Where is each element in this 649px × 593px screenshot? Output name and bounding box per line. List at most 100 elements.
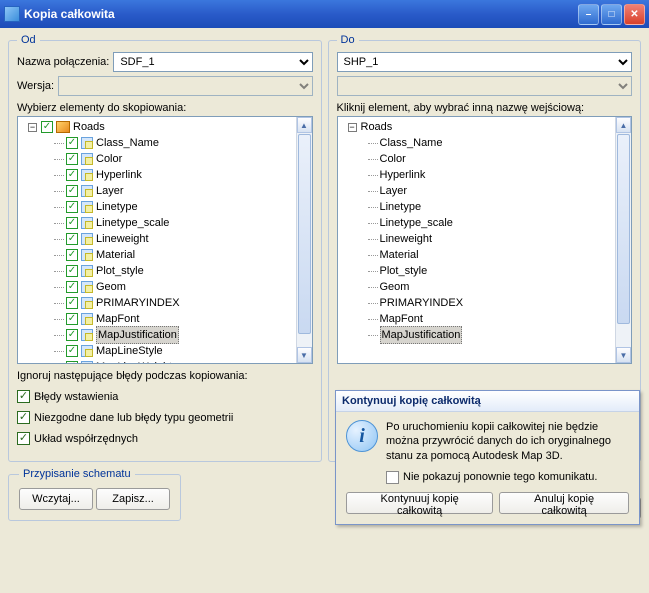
from-conn-label: Nazwa połączenia: — [17, 56, 109, 68]
confirm-dialog-title: Kontynuuj kopię całkowitą — [336, 391, 639, 412]
tree-checkbox[interactable]: ✓ — [66, 185, 78, 197]
tree-item-label[interactable]: Lineweight — [380, 231, 433, 247]
minimize-button[interactable]: – — [578, 4, 599, 25]
property-icon — [81, 249, 93, 261]
tree-checkbox[interactable]: ✓ — [66, 345, 78, 357]
property-icon — [81, 137, 93, 149]
tree-item-label[interactable]: PRIMARYINDEX — [380, 295, 464, 311]
from-conn-select[interactable]: SDF_1 — [113, 52, 312, 72]
property-icon — [81, 361, 93, 364]
tree-item-label[interactable]: Plot_style — [380, 263, 428, 279]
scroll-down-icon[interactable]: ▼ — [616, 347, 631, 363]
save-schema-button[interactable]: Zapisz... — [96, 488, 170, 510]
cancel-copy-button[interactable]: Anuluj kopię całkowitą — [499, 492, 629, 514]
tree-checkbox[interactable]: ✓ — [41, 121, 53, 133]
tree-root-label[interactable]: Roads — [73, 119, 105, 135]
property-icon — [81, 281, 93, 293]
tree-item-label[interactable]: Class_Name — [380, 135, 443, 151]
tree-item-label[interactable]: Geom — [380, 279, 410, 295]
tree-item-label[interactable]: MapJustification — [96, 326, 179, 344]
scroll-thumb[interactable] — [298, 134, 311, 334]
tree-checkbox[interactable]: ✓ — [66, 233, 78, 245]
property-icon — [81, 233, 93, 245]
scroll-down-icon[interactable]: ▼ — [297, 347, 312, 363]
tree-item-label[interactable]: Color — [96, 151, 122, 167]
tree-item-label[interactable]: MapJustification — [380, 326, 463, 344]
ignore-insert-checkbox[interactable]: ✓ — [17, 390, 30, 403]
tree-item-label[interactable]: MapLineStyle — [96, 343, 163, 359]
tree-item-label[interactable]: Color — [380, 151, 406, 167]
info-icon: i — [346, 420, 378, 452]
tree-checkbox[interactable]: ✓ — [66, 361, 78, 364]
tree-checkbox[interactable]: ✓ — [66, 153, 78, 165]
from-version-select — [58, 76, 312, 96]
scroll-up-icon[interactable]: ▲ — [297, 117, 312, 133]
confirm-dialog-message: Po uruchomieniu kopii całkowitej nie będ… — [386, 420, 629, 463]
dont-show-checkbox[interactable] — [386, 471, 399, 484]
tree-checkbox[interactable]: ✓ — [66, 281, 78, 293]
titlebar[interactable]: Kopia całkowita – □ ✕ — [0, 0, 649, 28]
to-tree[interactable]: −RoadsClass_NameColorHyperlinkLayerLinet… — [337, 116, 633, 364]
tree-item-label[interactable]: Hyperlink — [380, 167, 426, 183]
load-schema-button[interactable]: Wczytaj... — [19, 488, 93, 510]
tree-item-label[interactable]: Linetype — [380, 199, 422, 215]
to-conn-select[interactable]: SHP_1 — [337, 52, 633, 72]
tree-checkbox[interactable]: ✓ — [66, 265, 78, 277]
tree-item-label[interactable]: PRIMARYINDEX — [96, 295, 180, 311]
tree-item-label[interactable]: Linetype_scale — [380, 215, 453, 231]
tree-checkbox[interactable]: ✓ — [66, 329, 78, 341]
tree-checkbox[interactable]: ✓ — [66, 137, 78, 149]
from-version-label: Wersja: — [17, 80, 54, 92]
property-icon — [81, 345, 93, 357]
tree-checkbox[interactable]: ✓ — [66, 217, 78, 229]
property-icon — [81, 265, 93, 277]
continue-copy-button[interactable]: Kontynuuj kopię całkowitą — [346, 492, 493, 514]
scrollbar[interactable]: ▲ ▼ — [296, 117, 312, 363]
tree-checkbox[interactable]: ✓ — [66, 313, 78, 325]
tree-item-label[interactable]: Class_Name — [96, 135, 159, 151]
tree-item-label[interactable]: Material — [96, 247, 135, 263]
panel-to-legend: Do — [337, 34, 359, 46]
schema-mapping-group: Przypisanie schematu Wczytaj... Zapisz..… — [8, 468, 181, 521]
to-version-select — [337, 76, 633, 96]
from-tree[interactable]: −✓Roads✓Class_Name✓Color✓Hyperlink✓Layer… — [17, 116, 313, 364]
tree-item-label[interactable]: Plot_style — [96, 263, 144, 279]
property-icon — [81, 185, 93, 197]
window-title: Kopia całkowita — [24, 7, 578, 21]
tree-item-label[interactable]: MapFont — [96, 311, 139, 327]
tree-checkbox[interactable]: ✓ — [66, 249, 78, 261]
property-icon — [81, 217, 93, 229]
close-button[interactable]: ✕ — [624, 4, 645, 25]
app-icon — [4, 6, 20, 22]
tree-item-label[interactable]: Hyperlink — [96, 167, 142, 183]
property-icon — [81, 297, 93, 309]
maximize-button[interactable]: □ — [601, 4, 622, 25]
tree-item-label[interactable]: Layer — [380, 183, 408, 199]
tree-checkbox[interactable]: ✓ — [66, 169, 78, 181]
tree-checkbox[interactable]: ✓ — [66, 297, 78, 309]
tree-item-label[interactable]: Linetype_scale — [96, 215, 169, 231]
property-icon — [81, 313, 93, 325]
tree-item-label[interactable]: MapLineWeight — [96, 359, 172, 364]
scroll-thumb[interactable] — [617, 134, 630, 324]
tree-item-label[interactable]: Material — [380, 247, 419, 263]
ignore-label: Ignoruj następujące błędy podczas kopiow… — [17, 370, 313, 382]
tree-checkbox[interactable]: ✓ — [66, 201, 78, 213]
ignore-geom-checkbox[interactable]: ✓ — [17, 411, 30, 424]
scrollbar[interactable]: ▲ ▼ — [615, 117, 631, 363]
collapse-icon[interactable]: − — [348, 123, 357, 132]
tree-item-label[interactable]: Linetype — [96, 199, 138, 215]
tree-item-label[interactable]: Geom — [96, 279, 126, 295]
ignore-geom-label: Niezgodne dane lub błędy typu geometrii — [34, 412, 233, 424]
ignore-crs-label: Układ współrzędnych — [34, 433, 138, 445]
scroll-up-icon[interactable]: ▲ — [616, 117, 631, 133]
tree-item-label[interactable]: Layer — [96, 183, 124, 199]
to-pick-label: Kliknij element, aby wybrać inną nazwę w… — [337, 102, 633, 114]
property-icon — [81, 169, 93, 181]
tree-item-label[interactable]: Lineweight — [96, 231, 149, 247]
collapse-icon[interactable]: − — [28, 123, 37, 132]
tree-item-label[interactable]: MapFont — [380, 311, 423, 327]
tree-root-label[interactable]: Roads — [361, 119, 393, 135]
ignore-insert-label: Błędy wstawienia — [34, 391, 118, 403]
ignore-crs-checkbox[interactable]: ✓ — [17, 432, 30, 445]
